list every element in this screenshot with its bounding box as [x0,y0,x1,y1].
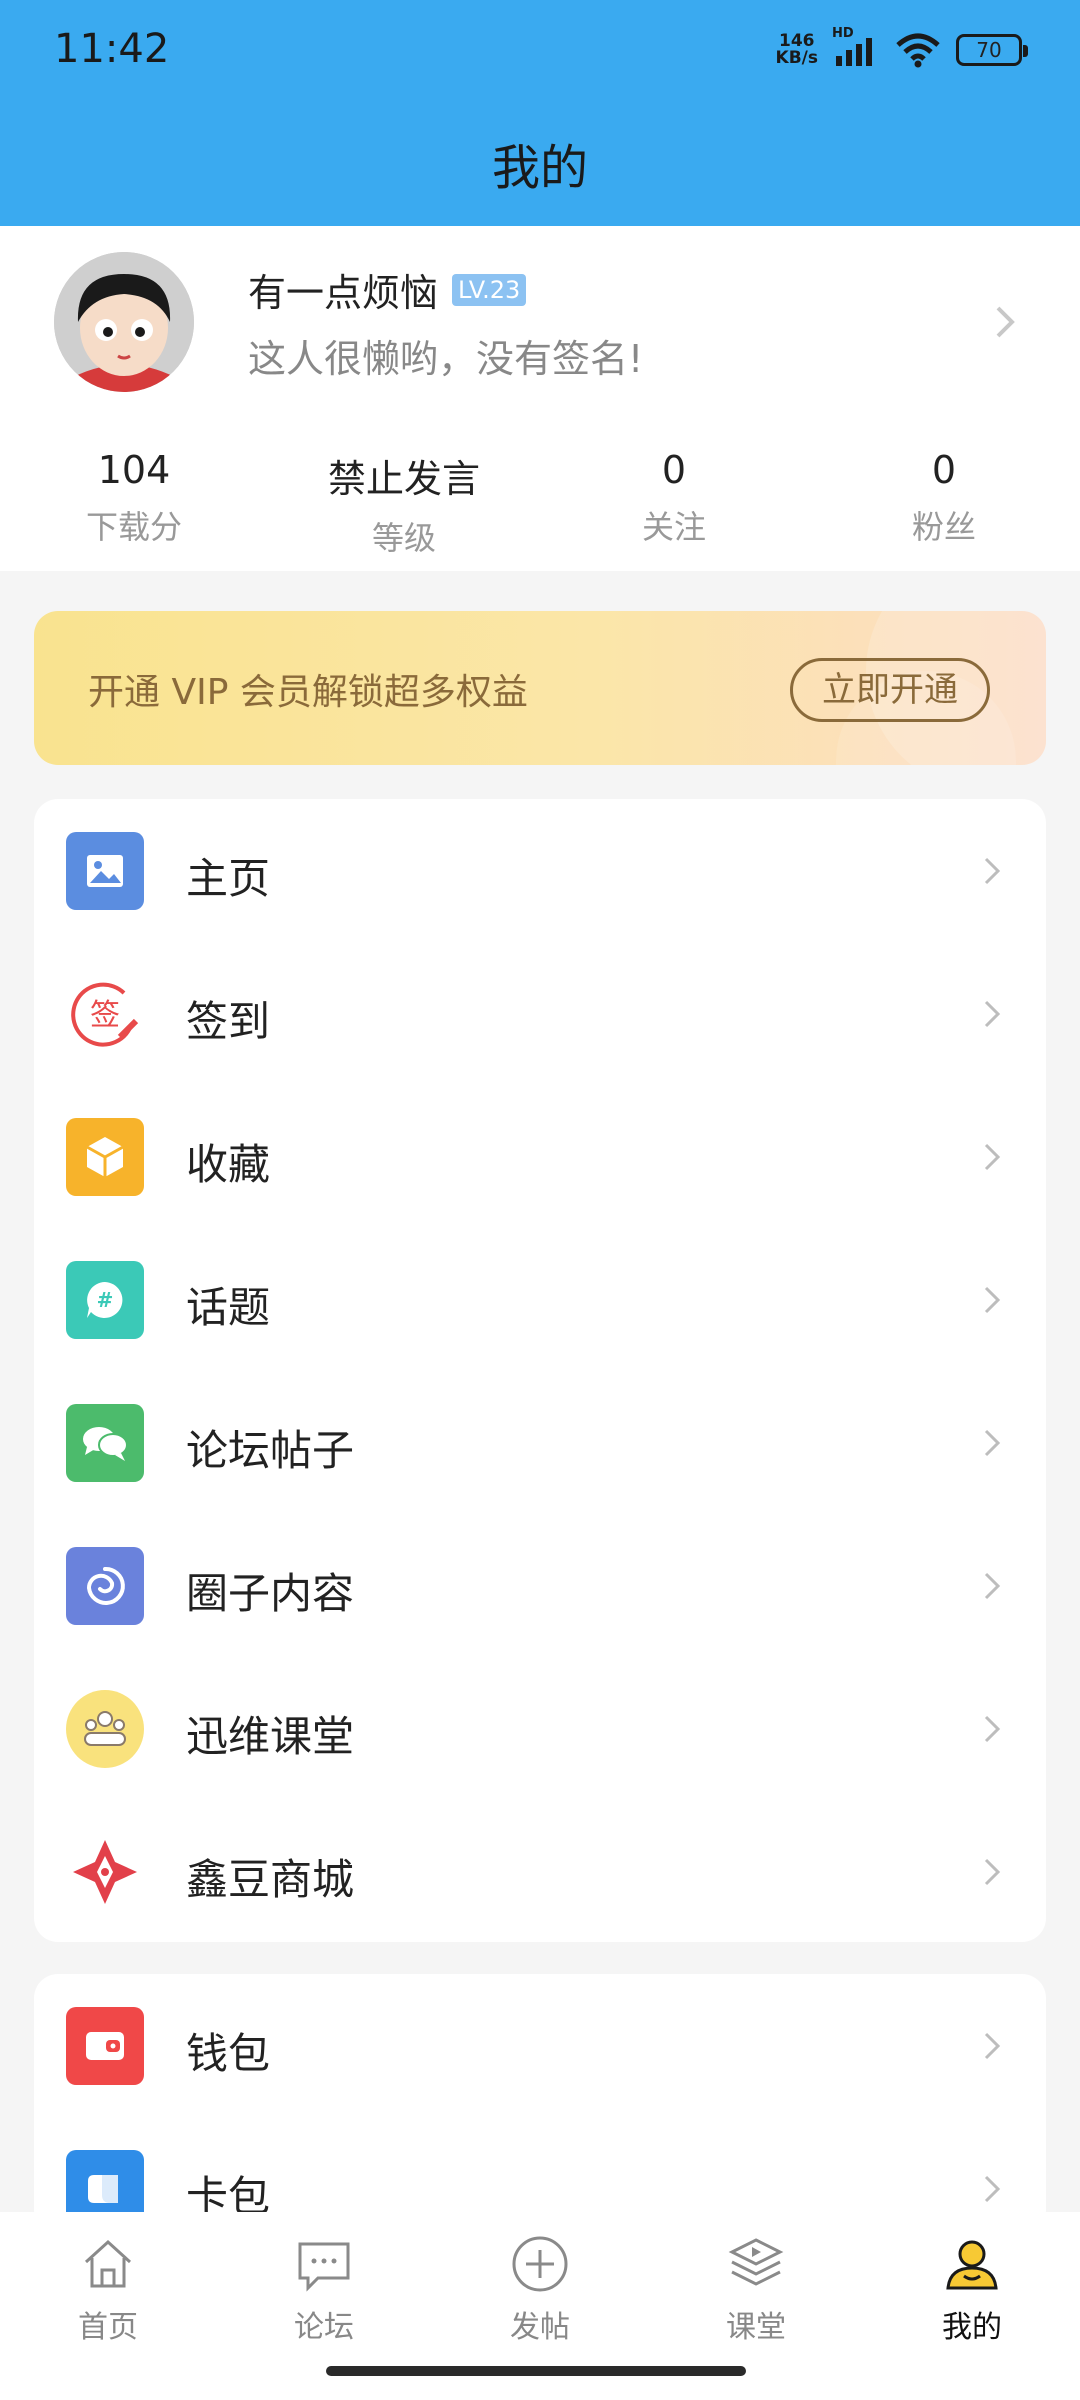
stat-following[interactable]: 0 关注 [554,448,794,548]
menu-card-main: 主页 签 签到 收藏 # 话题 论坛帖子 圈子内容 迅维课堂 鑫豆商城 [34,799,1046,1942]
network-speed: 146 KB/s [775,31,818,68]
tab-home[interactable]: 首页 [18,2234,198,2346]
plus-circle-icon [510,2234,570,2294]
tab-mine[interactable]: 我的 [882,2234,1062,2346]
chevron-right-icon [980,853,1004,893]
chevron-right-icon [980,2028,1004,2068]
mall-diamond-icon [66,1833,144,1911]
tab-post[interactable]: 发帖 [450,2234,630,2346]
stat-fans[interactable]: 0 粉丝 [824,448,1064,548]
vip-open-button[interactable]: 立即开通 [790,658,990,722]
profile-section: 有一点烦恼 LV.23 这人很懒哟，没有签名! 104 下载分 禁止发言 等级 … [0,226,1080,571]
chat-bubbles-icon [66,1404,144,1482]
status-time: 11:42 [54,26,170,72]
menu-card-wallet: 钱包 卡包 [34,1974,1046,2234]
chevron-right-icon [980,1854,1004,1894]
profile-chevron-right-icon[interactable] [990,302,1020,346]
user-signature: 这人很懒哟，没有签名! [248,337,644,381]
signal-icon: HD [832,26,880,68]
vip-banner[interactable]: 开通 VIP 会员解锁超多权益 立即开通 [34,611,1046,765]
tab-forum[interactable]: 论坛 [234,2234,414,2346]
chevron-right-icon [980,1282,1004,1322]
status-indicators: 146 KB/s HD 70 [775,26,1028,72]
page-title: 我的 [491,140,588,196]
home-icon [78,2234,138,2294]
user-icon [942,2234,1002,2294]
user-name-row: 有一点烦恼 LV.23 [248,262,527,317]
wallet-icon [66,2007,144,2085]
vip-promo-text: 开通 VIP 会员解锁超多权益 [88,672,528,713]
stat-download-points[interactable]: 104 下载分 [14,448,254,548]
menu-item-wallet[interactable]: 钱包 [34,1974,1046,2117]
svg-text:#: # [97,1288,114,1312]
menu-item-bean-mall[interactable]: 鑫豆商城 [34,1800,1046,1942]
chevron-right-icon [980,996,1004,1036]
box-icon [66,1118,144,1196]
user-name: 有一点烦恼 [248,271,439,315]
menu-item-checkin[interactable]: 签 签到 [34,942,1046,1085]
forum-icon [294,2234,354,2294]
menu-item-homepage[interactable]: 主页 [34,799,1046,942]
chevron-right-icon [980,1711,1004,1751]
wifi-icon [896,33,940,68]
top-header: 11:42 146 KB/s HD 70 我的 [0,0,1080,226]
image-icon [66,832,144,910]
svg-text:签: 签 [90,998,120,1033]
chevron-right-icon [980,1425,1004,1465]
status-bar: 11:42 146 KB/s HD 70 [0,0,1080,100]
menu-item-classroom[interactable]: 迅维课堂 [34,1657,1046,1800]
level-badge: LV.23 [452,273,527,306]
classroom-play-icon [726,2234,786,2294]
battery-indicator: 70 [956,34,1028,66]
stat-level[interactable]: 禁止发言 等级 [284,448,524,559]
menu-item-circle-content[interactable]: 圈子内容 [34,1514,1046,1657]
chevron-right-icon [980,1568,1004,1608]
chevron-right-icon [980,1139,1004,1179]
tab-classroom[interactable]: 课堂 [666,2234,846,2346]
profile-stats: 104 下载分 禁止发言 等级 0 关注 0 粉丝 [0,448,1080,557]
chevron-right-icon [980,2171,1004,2211]
menu-item-topics[interactable]: # 话题 [34,1228,1046,1371]
menu-item-favorites[interactable]: 收藏 [34,1085,1046,1228]
avatar[interactable] [54,252,194,392]
home-indicator [326,2366,746,2376]
menu-item-forum-posts[interactable]: 论坛帖子 [34,1371,1046,1514]
sign-in-icon: 签 [66,975,144,1053]
spiral-icon [66,1547,144,1625]
hashtag-chat-icon: # [66,1261,144,1339]
classroom-icon [66,1690,144,1768]
